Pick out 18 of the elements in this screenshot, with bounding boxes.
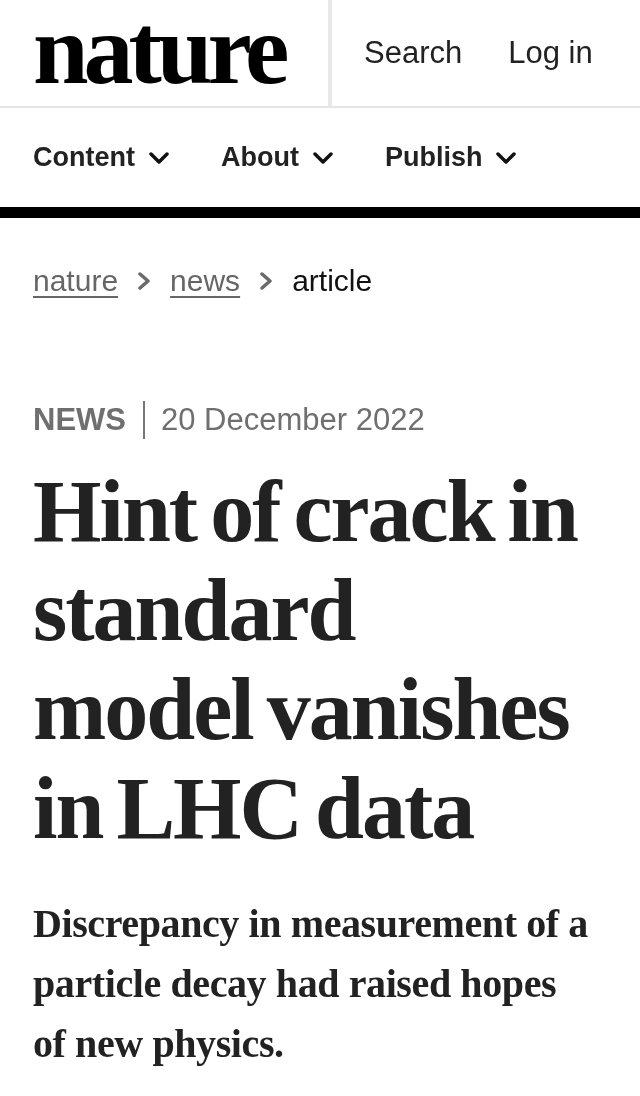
breadcrumb-link[interactable]: nature xyxy=(33,264,119,298)
site-logo[interactable]: nature xyxy=(33,0,285,100)
article-standfirst: Discrepancy in measurement of a particle decay had raised hopes of new physics. xyxy=(33,900,589,1068)
chevron-down-icon xyxy=(496,151,517,164)
chevron-down-icon xyxy=(149,151,169,164)
article-title: Hint of crack in standard model vanishes in LHC data xyxy=(33,462,579,858)
search-link[interactable]: Search xyxy=(364,35,463,71)
nav-menu-button[interactable]: Content xyxy=(33,142,169,173)
breadcrumb-link[interactable]: news xyxy=(170,264,241,298)
article-type: NEWS xyxy=(33,402,126,438)
breadcrumb-current: article xyxy=(292,264,373,298)
chevron-right-icon xyxy=(260,272,273,290)
nav-menu-button[interactable]: About xyxy=(221,142,333,173)
login-link[interactable]: Log in xyxy=(508,35,593,71)
chevron-down-icon xyxy=(312,151,333,164)
article-date: 20 December 2022 xyxy=(161,402,425,438)
chevron-right-icon xyxy=(138,272,151,290)
nav-menu-button[interactable]: Publish xyxy=(384,142,517,173)
